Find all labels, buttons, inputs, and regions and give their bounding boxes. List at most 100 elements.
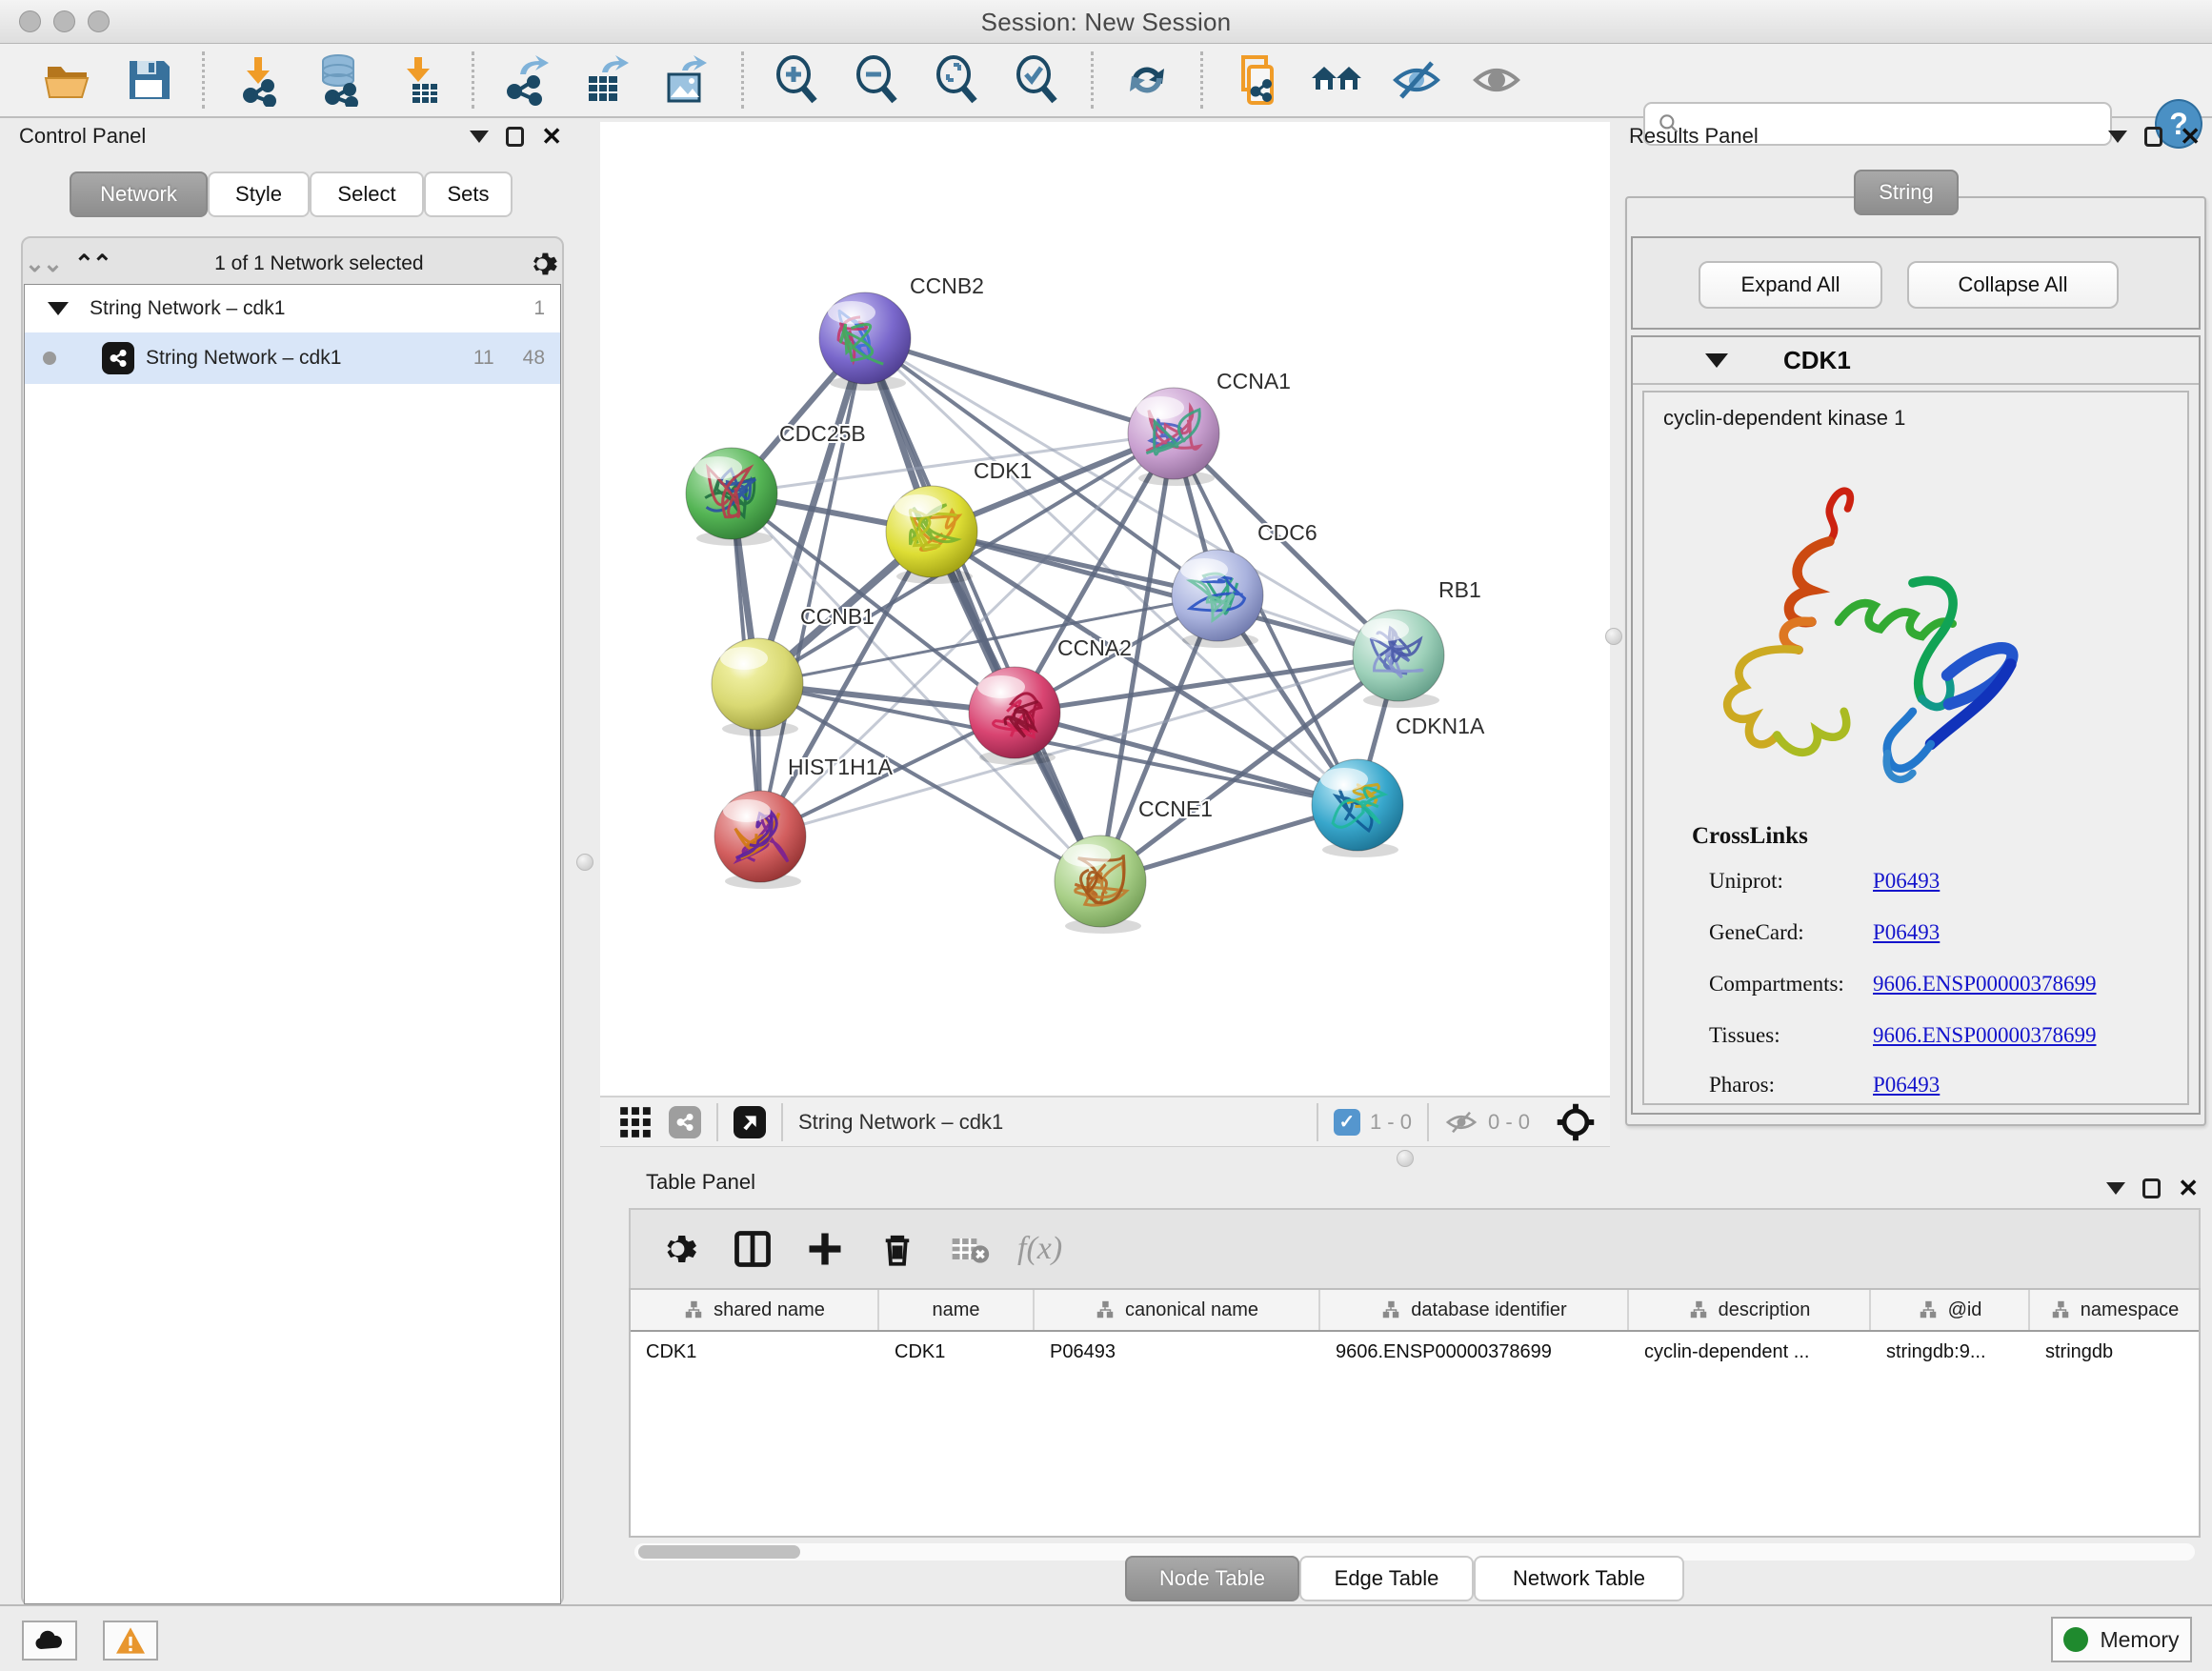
- column-header-shared-name[interactable]: shared name: [631, 1290, 879, 1330]
- select-columns-button[interactable]: [728, 1224, 777, 1274]
- zoom-selected-button[interactable]: [1008, 50, 1067, 110]
- column-header-description[interactable]: description: [1629, 1290, 1871, 1330]
- network-node-ccna2[interactable]: [969, 667, 1060, 765]
- cell-canonical-name[interactable]: P06493: [1035, 1332, 1320, 1374]
- cell-namespace[interactable]: stringdb: [2030, 1332, 2199, 1374]
- tree-expander-icon[interactable]: [48, 302, 69, 315]
- crosslink-genecard-link[interactable]: P06493: [1873, 920, 1940, 945]
- column-type-icon: [1688, 1299, 1709, 1320]
- delete-column-button[interactable]: [873, 1224, 922, 1274]
- delete-table-button[interactable]: [945, 1224, 995, 1274]
- table-settings-button[interactable]: [655, 1224, 705, 1274]
- panel-menu-icon[interactable]: [2106, 1182, 2125, 1195]
- network-row-selected[interactable]: String Network – cdk1 11 48: [25, 332, 560, 384]
- export-image-button[interactable]: [658, 50, 717, 110]
- network-node-ccna1[interactable]: [1128, 388, 1219, 486]
- results-panel: Results Panel ✕ String Expand All Collap…: [1619, 122, 2212, 1162]
- expand-all-button[interactable]: Expand All: [1699, 261, 1882, 309]
- import-network-file-button[interactable]: [229, 50, 288, 110]
- import-table-file-button[interactable]: [389, 50, 448, 110]
- node-table: shared name name canonical name database…: [629, 1288, 2201, 1538]
- zoom-in-button[interactable]: [768, 50, 827, 110]
- save-session-button[interactable]: [119, 50, 178, 110]
- refresh-button[interactable]: [1117, 50, 1176, 110]
- cell-id[interactable]: stringdb:9...: [1871, 1332, 2030, 1374]
- tab-node-table[interactable]: Node Table: [1125, 1556, 1299, 1601]
- import-network-database-button[interactable]: [309, 50, 368, 110]
- scrollbar-thumb[interactable]: [638, 1545, 800, 1559]
- network-canvas[interactable]: CCNB2CCNA1CDC25BCDK1CDC6RB1CCNB1CCNA2CDK…: [600, 122, 1610, 1096]
- column-header-database-identifier[interactable]: database identifier: [1320, 1290, 1629, 1330]
- close-panel-icon[interactable]: ✕: [2178, 1176, 2199, 1200]
- tab-edge-table[interactable]: Edge Table: [1299, 1556, 1474, 1601]
- table-row[interactable]: CDK1 CDK1 P06493 9606.ENSP00000378699 cy…: [631, 1332, 2199, 1374]
- hide-selected-button[interactable]: [1387, 50, 1446, 110]
- left-splitter-handle[interactable]: [576, 854, 593, 871]
- table-panel: Table Panel ✕ f(x) shared name name: [617, 1170, 2212, 1604]
- grid-view-icon[interactable]: [613, 1097, 657, 1147]
- tab-string[interactable]: String: [1854, 170, 1959, 215]
- zoom-fit-button[interactable]: [928, 50, 987, 110]
- network-node-hist1h1a[interactable]: [714, 791, 806, 889]
- gear-icon[interactable]: [528, 248, 560, 280]
- cell-name[interactable]: CDK1: [879, 1332, 1035, 1374]
- crosslink-tissues-link[interactable]: 9606.ENSP00000378699: [1873, 1023, 2097, 1048]
- panel-menu-icon[interactable]: [2108, 131, 2127, 143]
- float-panel-icon[interactable]: [2144, 127, 2162, 147]
- column-header-canonical-name[interactable]: canonical name: [1035, 1290, 1320, 1330]
- export-table-button[interactable]: [578, 50, 637, 110]
- cell-shared-name[interactable]: CDK1: [631, 1332, 879, 1374]
- export-arrow-icon: [602, 55, 629, 72]
- tab-style[interactable]: Style: [208, 171, 310, 217]
- network-node-label: CCNA2: [1057, 635, 1132, 660]
- collapse-all-button[interactable]: Collapse All: [1907, 261, 2119, 309]
- bottom-splitter-handle[interactable]: [1397, 1150, 1414, 1167]
- network-collection-row[interactable]: String Network – cdk1 1: [25, 285, 560, 332]
- column-type-icon: [683, 1299, 704, 1320]
- network-type-badge-icon[interactable]: [669, 1106, 701, 1138]
- expand-all-networks-icon[interactable]: ⌃⌃: [74, 250, 111, 278]
- collapse-all-networks-icon[interactable]: ⌄⌄: [25, 250, 61, 278]
- tab-network[interactable]: Network: [70, 171, 208, 217]
- float-panel-icon[interactable]: [506, 127, 524, 147]
- tab-network-table[interactable]: Network Table: [1474, 1556, 1684, 1601]
- first-neighbors-button[interactable]: [1307, 50, 1366, 110]
- memory-button[interactable]: Memory: [2051, 1617, 2192, 1662]
- zoom-out-button[interactable]: [848, 50, 907, 110]
- open-session-button[interactable]: [39, 50, 98, 110]
- selected-nodes-checkbox[interactable]: ✓: [1334, 1109, 1360, 1136]
- column-header-namespace[interactable]: namespace: [2030, 1290, 2199, 1330]
- show-all-button[interactable]: [1467, 50, 1526, 110]
- crosshair-icon[interactable]: [1555, 1101, 1597, 1143]
- close-panel-icon[interactable]: ✕: [541, 124, 562, 149]
- cloud-status-button[interactable]: [22, 1621, 77, 1661]
- network-node-ccnb1[interactable]: [712, 638, 803, 736]
- network-node-rb1[interactable]: [1353, 610, 1444, 708]
- network-node-cdkn1a[interactable]: [1312, 759, 1403, 857]
- birds-eye-view-icon[interactable]: [734, 1106, 766, 1138]
- network-node-ccne1[interactable]: [1055, 836, 1146, 934]
- close-panel-icon[interactable]: ✕: [2180, 124, 2201, 149]
- cell-database-identifier[interactable]: 9606.ENSP00000378699: [1320, 1332, 1629, 1374]
- crosslink-uniprot-link[interactable]: P06493: [1873, 869, 1940, 894]
- tab-select[interactable]: Select: [310, 171, 424, 217]
- network-node-cdc25b[interactable]: [686, 448, 777, 546]
- cell-description[interactable]: cyclin-dependent ...: [1629, 1332, 1871, 1374]
- column-header-id[interactable]: @id: [1871, 1290, 2030, 1330]
- export-network-button[interactable]: [498, 50, 557, 110]
- network-node-label: HIST1H1A: [788, 755, 894, 779]
- column-header-name[interactable]: name: [879, 1290, 1035, 1330]
- panel-menu-icon[interactable]: [470, 131, 489, 143]
- add-column-button[interactable]: [800, 1224, 850, 1274]
- section-expander-icon[interactable]: [1705, 353, 1728, 368]
- protein-section-header[interactable]: CDK1: [1633, 337, 2199, 385]
- tab-sets[interactable]: Sets: [424, 171, 513, 217]
- crosslink-pharos-link[interactable]: P06493: [1873, 1073, 1940, 1097]
- float-panel-icon[interactable]: [2142, 1178, 2161, 1198]
- clone-network-button[interactable]: [1227, 50, 1286, 110]
- network-collection-label: String Network – cdk1: [90, 297, 533, 320]
- warnings-button[interactable]: [103, 1621, 158, 1661]
- function-builder-button[interactable]: f(x): [1017, 1231, 1062, 1267]
- crosslink-compartments-link[interactable]: 9606.ENSP00000378699: [1873, 972, 2097, 997]
- network-node-cdc6[interactable]: [1172, 550, 1263, 648]
